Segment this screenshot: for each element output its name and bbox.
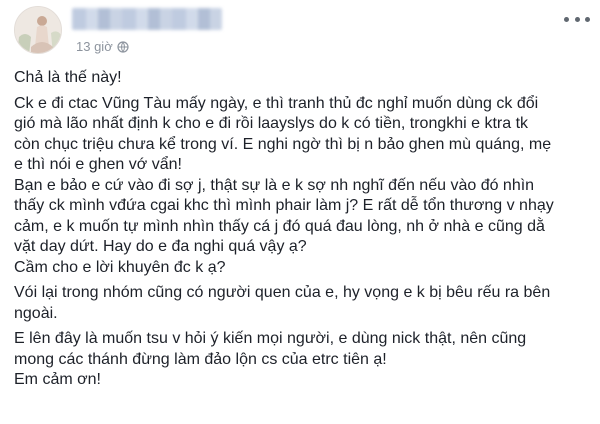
more-options-icon[interactable] — [564, 12, 590, 26]
dot — [574, 16, 580, 22]
dot — [564, 16, 569, 22]
post-line: Em cảm ơn! — [14, 371, 101, 388]
post-line: E lên đây là muốn tsu v hỏi ý kiến mọi n… — [14, 330, 527, 347]
post-header: 13 giờ — [0, 0, 600, 62]
post-line: Ck e đi ctac Vũng Tàu mấy ngày, e thì tr… — [14, 94, 539, 112]
post-timestamp[interactable]: 13 giờ — [76, 39, 129, 55]
post-line: vặt day dứt. Hay do e đa nghi quá vậy ạ? — [14, 238, 307, 255]
dot — [585, 16, 590, 22]
timestamp-label: 13 giờ — [76, 39, 113, 54]
post-line: Chả là thế này! — [14, 69, 122, 86]
post-line: mong các thánh đừng làm đảo lộn cs của e… — [14, 350, 387, 368]
post-line: Bạn e bảo e cứ vào đi sợ j, thật sự là e… — [14, 176, 535, 194]
facebook-post: 13 giờ Chả là thế này! Ck e đi ctac Vũng… — [0, 0, 600, 424]
post-line: gió mà lão nhất định k cho e đi rồi laay… — [14, 115, 529, 132]
avatar-photo-icon — [15, 7, 61, 53]
post-line: ngoài. — [14, 304, 58, 322]
post-line: cảm, e k muốn tự mình nhìn thấy cá j đó … — [14, 217, 545, 235]
author-name-blurred[interactable] — [72, 8, 222, 30]
avatar[interactable] — [14, 6, 62, 54]
post-line: thấy ck mình vđứa cgai khc thì mình phai… — [14, 197, 554, 214]
post-line: Cầm cho e lời khuyên đc k ạ? — [14, 258, 226, 276]
post-body: Chả là thế này! Ck e đi ctac Vũng Tàu mấ… — [14, 68, 592, 391]
post-line: còn chục triệu chưa kể trong ví. E nghi … — [14, 135, 552, 153]
post-line: Vói lại trong nhóm cũng có người quen củ… — [14, 284, 551, 301]
globe-icon — [117, 41, 129, 53]
post-line: e thì nói e ghen vớ vẩn! — [14, 156, 182, 173]
